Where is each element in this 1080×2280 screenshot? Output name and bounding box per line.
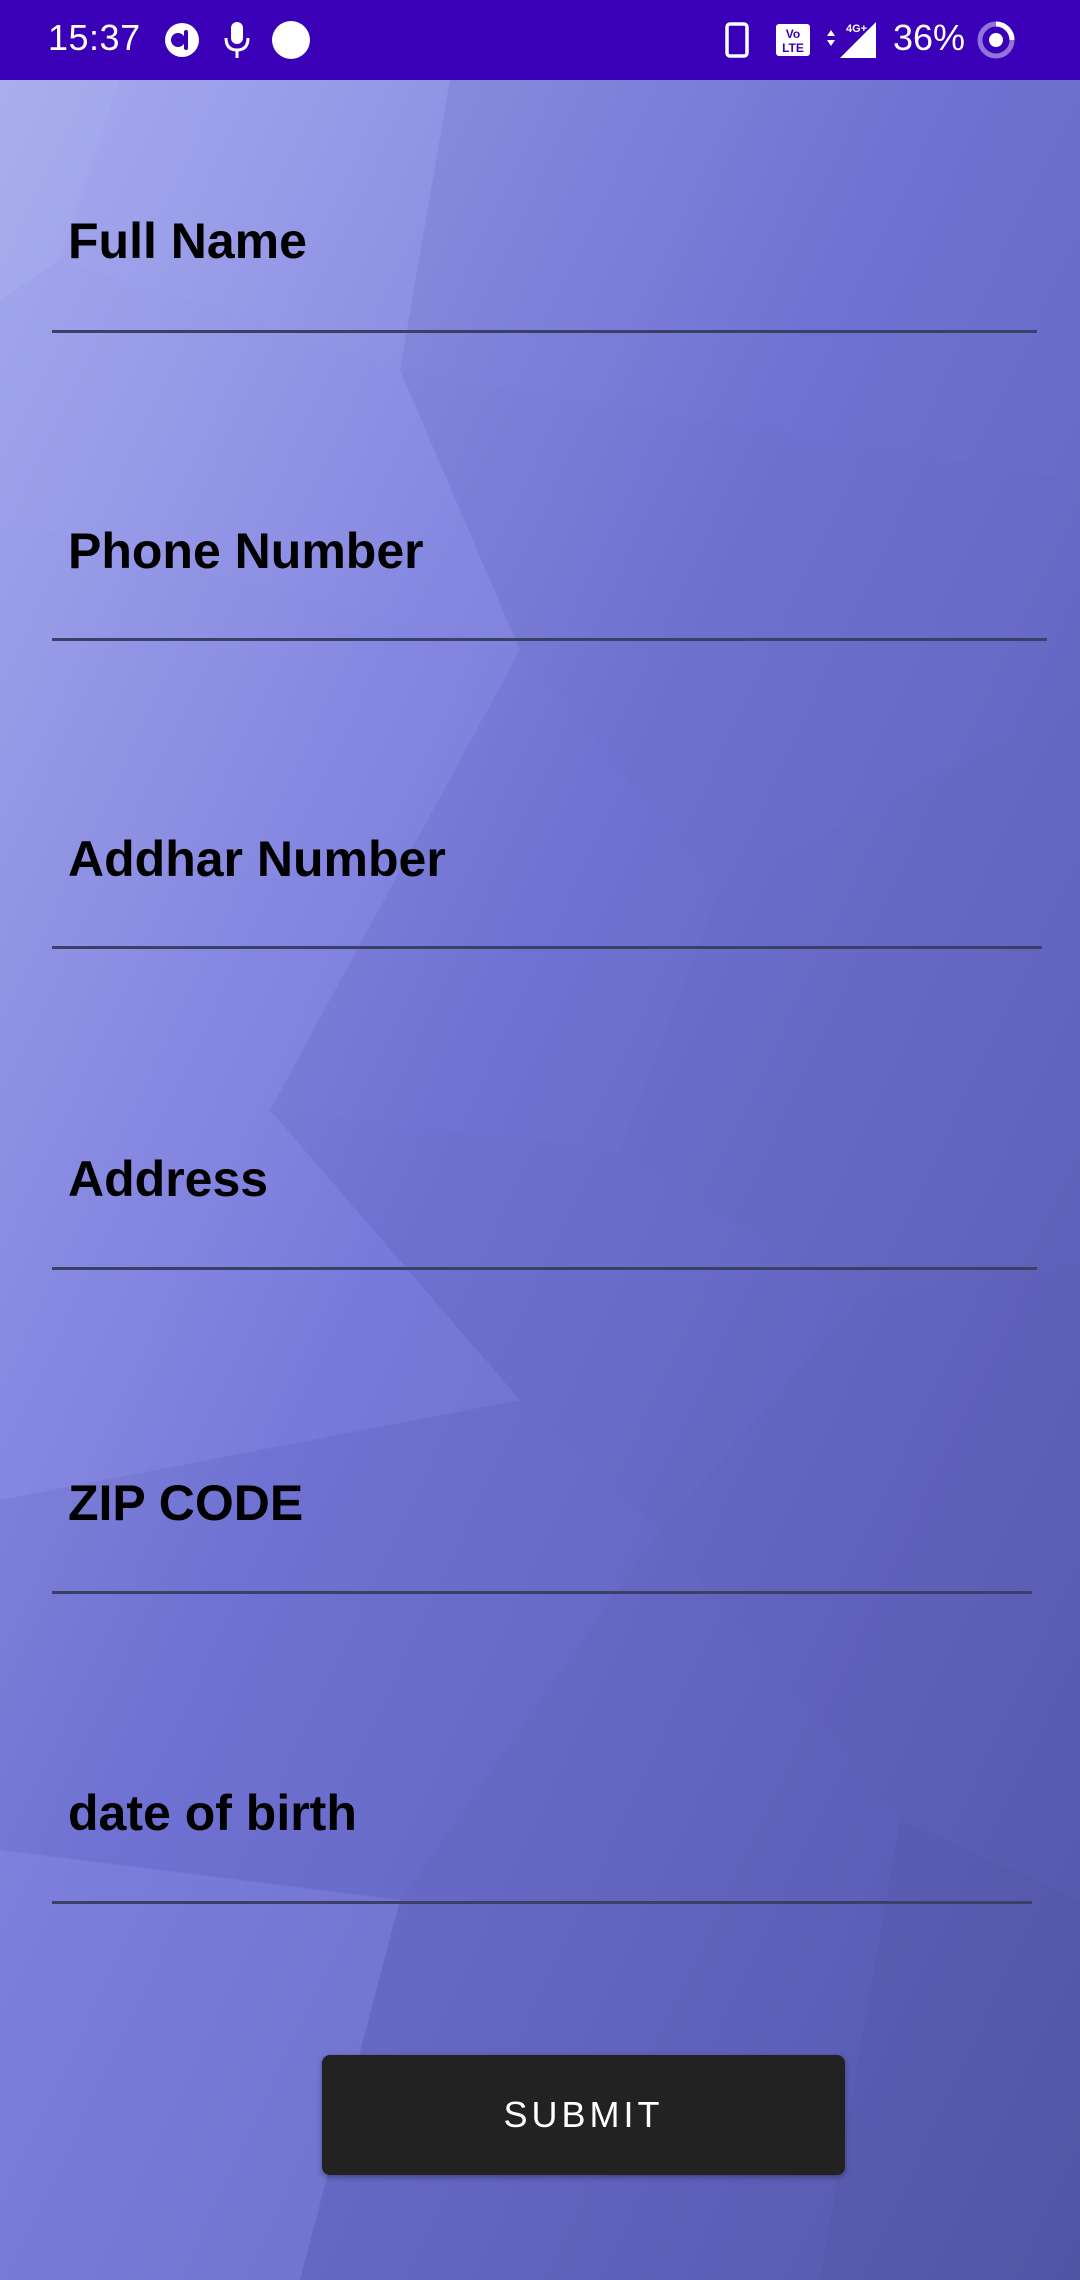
addhar-number-underline (52, 946, 1042, 949)
svg-text:4G+: 4G+ (846, 23, 867, 35)
battery-percentage: 36% (893, 17, 966, 58)
zip-code-underline (52, 1591, 1032, 1594)
svg-text:Vo: Vo (786, 27, 800, 41)
zip-code-field[interactable]: ZIP CODE (52, 1462, 1032, 1597)
full-name-placeholder: Full Name (68, 213, 307, 269)
addhar-number-field[interactable]: Addhar Number (52, 818, 1042, 953)
submit-button-label: SUBMIT (503, 2094, 664, 2135)
battery-ring-icon (977, 21, 1015, 59)
phone-vibrate-icon (725, 22, 749, 58)
phone-number-field[interactable]: Phone Number (52, 510, 1047, 645)
full-name-underline (52, 330, 1037, 333)
submit-button[interactable]: SUBMIT (322, 2055, 845, 2175)
phone-number-placeholder: Phone Number (68, 523, 424, 579)
assistant-icon (165, 23, 199, 57)
signal-4g-icon: 4G+ (827, 22, 876, 58)
address-placeholder: Address (68, 1151, 269, 1207)
address-field[interactable]: Address (52, 1138, 1037, 1273)
microphone-icon (224, 22, 250, 58)
status-time: 15:37 (48, 17, 141, 58)
zip-code-placeholder: ZIP CODE (68, 1475, 304, 1531)
date-of-birth-underline (52, 1901, 1032, 1904)
date-of-birth-field[interactable]: date of birth (52, 1772, 1032, 1907)
addhar-number-placeholder: Addhar Number (68, 831, 446, 887)
circle-dot-icon (272, 21, 310, 59)
full-name-field[interactable]: Full Name (52, 200, 1037, 335)
volte-icon: Vo LTE (776, 24, 810, 56)
phone-number-underline (52, 638, 1047, 641)
date-of-birth-placeholder: date of birth (68, 1785, 357, 1841)
address-underline (52, 1267, 1037, 1270)
svg-text:LTE: LTE (782, 41, 804, 55)
status-bar: 15:37 Vo LTE 4G+ 36% (0, 0, 1080, 80)
